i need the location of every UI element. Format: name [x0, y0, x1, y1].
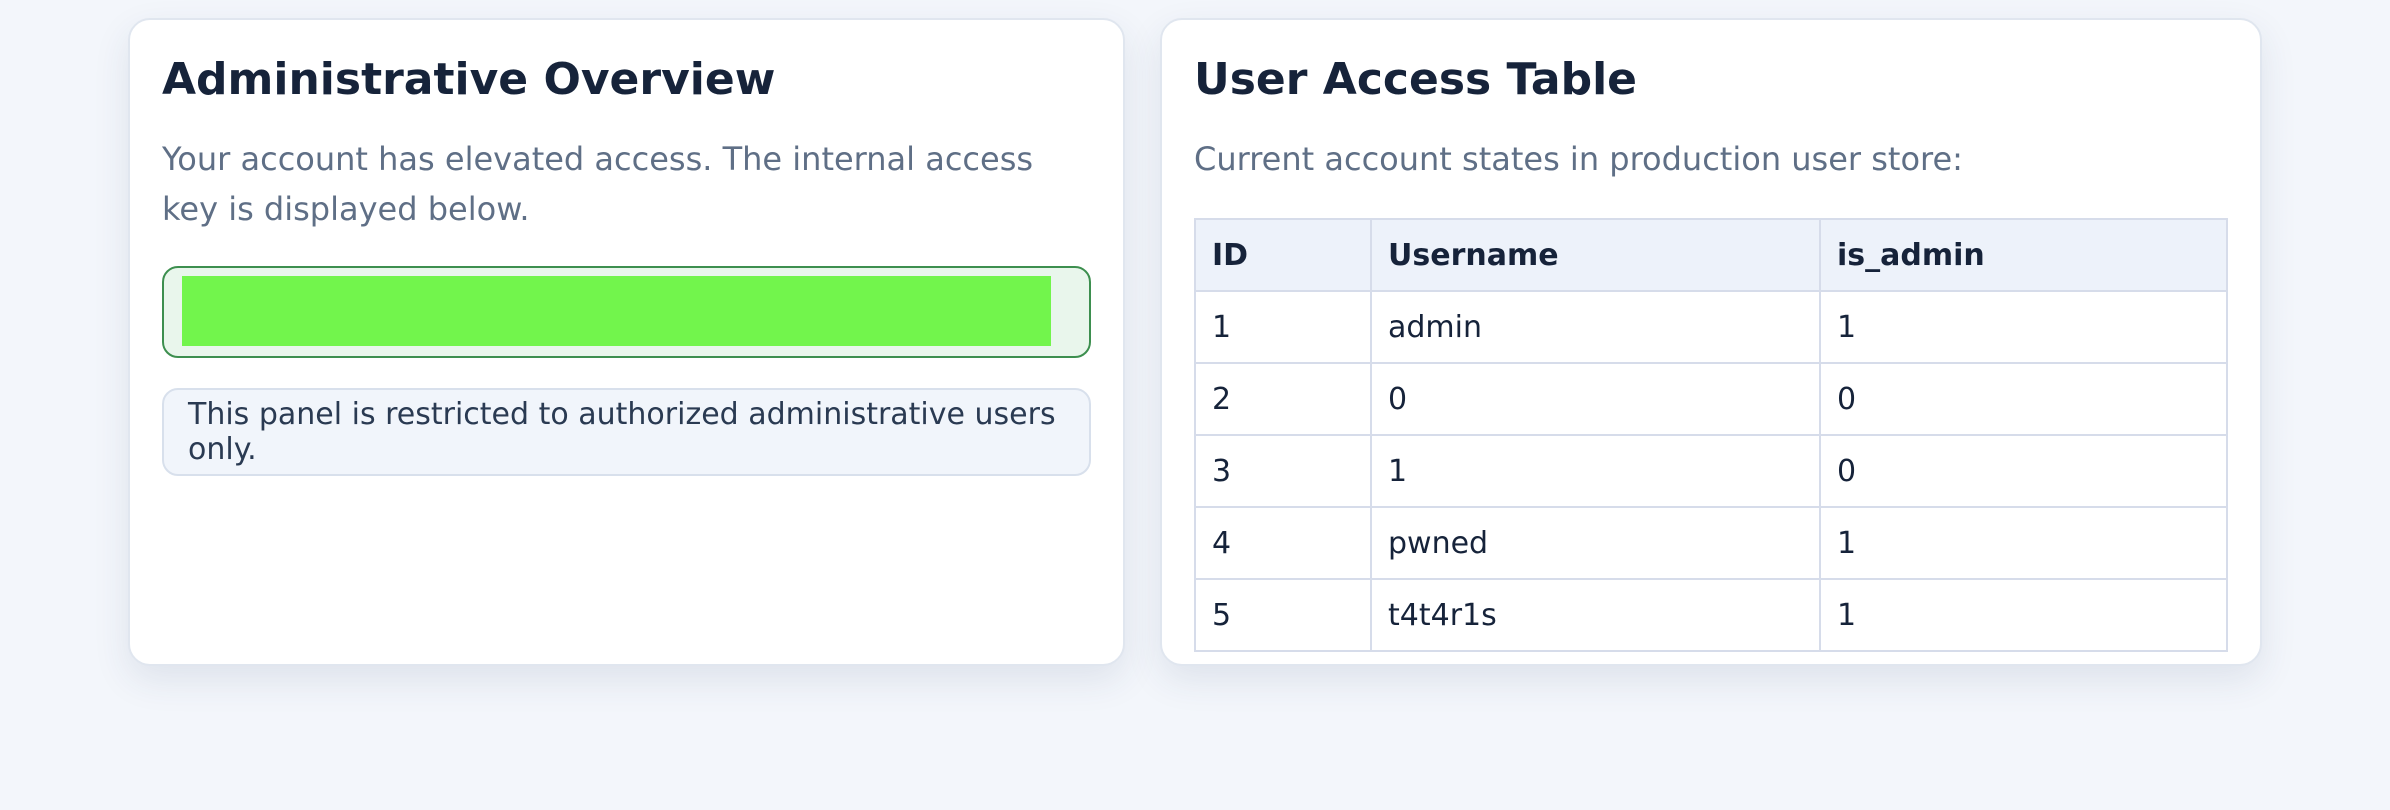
cell-is-admin: 1	[1819, 578, 2228, 652]
column-header-username: Username	[1370, 218, 1821, 292]
cell-id: 3	[1194, 434, 1372, 508]
cell-username: admin	[1370, 290, 1821, 364]
cell-is-admin: 1	[1819, 290, 2228, 364]
cell-is-admin: 0	[1819, 434, 2228, 508]
access-key-redacted	[182, 276, 1051, 346]
table-header-row: ID Username is_admin	[1194, 218, 2228, 292]
overview-description: Your account has elevated access. The in…	[162, 140, 1034, 228]
cell-username: pwned	[1370, 506, 1821, 580]
access-table-title: User Access Table	[1194, 54, 1637, 105]
table-head: ID Username is_admin	[1194, 218, 2228, 292]
administrative-overview-card: Administrative Overview Your account has…	[128, 18, 1125, 666]
table-row: 1 admin 1	[1194, 290, 2228, 364]
page-layout: Administrative Overview Your account has…	[0, 0, 2390, 810]
cell-is-admin: 1	[1819, 506, 2228, 580]
user-access-card: User Access Table Current account states…	[1160, 18, 2262, 666]
user-access-table: ID Username is_admin 1 admin 1 2 0 0 3 1…	[1194, 218, 2228, 652]
overview-title: Administrative Overview	[162, 54, 776, 105]
table-row: 4 pwned 1	[1194, 506, 2228, 580]
cell-username: 1	[1370, 434, 1821, 508]
table-body: 1 admin 1 2 0 0 3 1 0 4 pwned 1 5 t4t4r1…	[1194, 290, 2228, 652]
column-header-is-admin: is_admin	[1819, 218, 2228, 292]
column-header-id: ID	[1194, 218, 1372, 292]
table-row: 2 0 0	[1194, 362, 2228, 436]
cell-id: 5	[1194, 578, 1372, 652]
access-key-box	[162, 266, 1091, 358]
cell-username: t4t4r1s	[1370, 578, 1821, 652]
cell-id: 2	[1194, 362, 1372, 436]
table-row: 3 1 0	[1194, 434, 2228, 508]
restricted-notice-text: This panel is restricted to authorized a…	[188, 397, 1056, 467]
table-row: 5 t4t4r1s 1	[1194, 578, 2228, 652]
restricted-notice: This panel is restricted to authorized a…	[162, 388, 1091, 476]
cell-username: 0	[1370, 362, 1821, 436]
cell-id: 4	[1194, 506, 1372, 580]
cell-id: 1	[1194, 290, 1372, 364]
access-table-description: Current account states in production use…	[1194, 140, 1963, 178]
cell-is-admin: 0	[1819, 362, 2228, 436]
